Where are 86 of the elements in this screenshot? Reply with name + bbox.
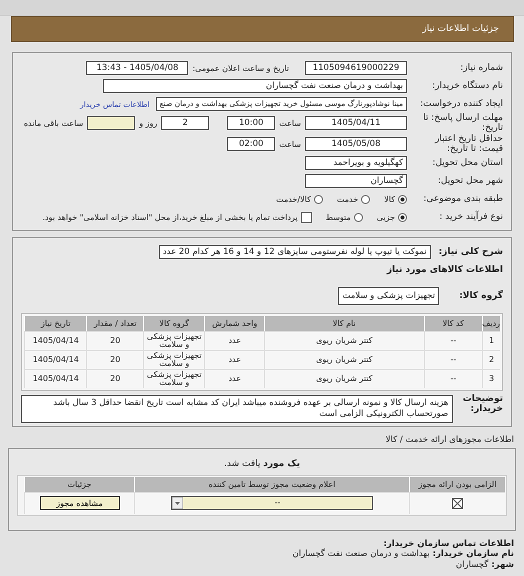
table-cell: عدد [204, 331, 264, 350]
table-cell: 1 [482, 331, 500, 350]
table-cell: تجهیزات پزشکی و سلامت [143, 369, 204, 388]
table-cell: 20 [86, 369, 143, 388]
view-license-button[interactable]: مشاهده مجوز [40, 496, 120, 510]
radio-button[interactable] [361, 194, 370, 204]
table-cell: 3 [482, 369, 500, 388]
validity-time-field: 02:00 [227, 137, 276, 152]
table-cell: عدد [204, 369, 264, 388]
option-label: متوسط [326, 212, 351, 222]
table-cell: تجهیزات پزشکی و سلامت [143, 350, 204, 370]
validity-date-field: 1405/05/08 [305, 137, 407, 152]
column-header: گروه کالا [142, 316, 204, 332]
radio-button[interactable] [354, 212, 363, 222]
field-label: ساعت [279, 118, 301, 128]
table-cell: کتتر شریان ریوی [264, 331, 424, 350]
contact-label: نام سازمان خریدار: [432, 549, 514, 560]
announce-date-field: 1405/04/08 - 13:43 [86, 61, 188, 75]
field-label: حداقل تاریخ اعتبار قیمت: تا تاریخ: [434, 134, 503, 154]
table-cell: تجهیزات پزشکی و سلامت [143, 331, 204, 350]
province-field: کهگیلویه و بویراحمد [305, 156, 407, 170]
column-header: واحد شمارش [204, 316, 264, 332]
option-label: خدمت [336, 194, 358, 204]
table-cell: -- [424, 331, 482, 350]
deadline-date-field: 1405/04/11 [305, 116, 407, 130]
field-label: شهر محل تحویل: [436, 176, 503, 186]
result-count: یک مورد یافت شد. [223, 458, 301, 469]
option-label: جزیی [376, 212, 395, 222]
field-label: شرح کلی نیاز: [438, 247, 503, 258]
radio-button[interactable] [398, 194, 407, 204]
column-header: ردیف [482, 316, 500, 332]
option-label: کالا/خدمت [276, 194, 311, 204]
deadline-time-field: 10:00 [227, 116, 276, 130]
contact-value: بهداشت و درمان صنعت نفت گچساران [292, 549, 430, 560]
status-dropdown[interactable]: -- [171, 496, 373, 510]
column-header: کد کالا [424, 316, 482, 332]
page-title: جزئیات اطلاعات نیاز [422, 24, 499, 34]
field-label: مهلت ارسال پاسخ: تا تاریخ: [422, 113, 503, 134]
notes-field: هزینه ارسال کالا و نمونه ارسالی بر عهده فروشنده میباشد ایران کد مشابه است تاریخ انقضا حداقل 3 سال باشد صورتحساب الکترونیکی الزامی است [21, 395, 454, 423]
column-header: نام کالا [264, 316, 424, 332]
table-cell: 1405/04/14 [24, 350, 86, 370]
column-header: جزئیات [24, 476, 134, 492]
buyer-field: بهداشت و درمان صنعت نفت گچساران [103, 79, 407, 93]
table-cell: 20 [86, 350, 143, 370]
option-label: پرداخت تمام یا بخشی از مبلغ خرید،از محل "اسناد خزانه اسلامی" خواهد بود. [42, 212, 298, 222]
radio-button[interactable] [314, 194, 323, 204]
table-cell: -- [424, 350, 482, 370]
field-label: تاریخ و ساعت اعلان عمومی: [192, 64, 289, 72]
checkbox[interactable] [300, 212, 312, 223]
field-label: توضیحات خریدار: [462, 395, 503, 416]
field-label: ایجاد کننده درخواست: [419, 99, 503, 109]
contact-value: گچساران [456, 560, 488, 570]
field-label: استان محل تحویل: [431, 158, 503, 168]
field-label: ساعت [279, 140, 301, 149]
summary-field: نموکت یا تیوپ یا لوله نفرستومی سایزهای 12 و 14 و 16 هر کدام 20 عدد [158, 245, 431, 260]
table-cell: 1405/04/14 [24, 331, 86, 350]
field-label: گروه کالا: [458, 291, 503, 302]
option-label: کالا [384, 194, 395, 204]
field-label: روز و [139, 118, 158, 128]
column-header: الزامی بودن ارائه مجوز [409, 476, 505, 492]
city-field: گچساران [305, 174, 407, 188]
table-cell: کتتر شریان ریوی [264, 350, 424, 370]
section-heading: اطلاعات تماس سازمان خریدار: [382, 538, 514, 550]
field-label: طبقه بندی موضوعی: [422, 194, 503, 204]
radio-button[interactable] [398, 212, 407, 222]
table-cell: کتتر شریان ریوی [264, 369, 424, 388]
field-label: نوع فرآیند خرید : [438, 212, 503, 222]
table-cell: -- [424, 369, 482, 388]
caret-icon [172, 497, 183, 510]
need-number-field: 1105094619000229 [305, 61, 407, 75]
table-cell: 20 [86, 331, 143, 350]
section-heading: اطلاعات مجوزهای ارائه خدمت / کالا [384, 434, 514, 445]
field-label: ساعت باقی مانده [24, 118, 84, 128]
days-field: 2 [161, 116, 210, 130]
table-cell: 2 [482, 350, 500, 370]
table-cell: 1405/04/14 [24, 369, 86, 388]
hours-field [87, 116, 136, 130]
column-header: اعلام وضعیت مجوز توسط تامین کننده [134, 476, 409, 492]
goods-group-field: تجهیزات پزشکی و سلامت [338, 287, 439, 306]
section-heading: اطلاعات کالاهای مورد نیاز [386, 265, 503, 276]
column-header: تاریخ نیاز [24, 316, 86, 332]
column-header: تعداد / مقدار [86, 316, 143, 332]
field-label: نام دستگاه خریدار: [431, 81, 503, 91]
contact-label: شهر: [491, 560, 514, 570]
field-label: شماره نیاز: [459, 63, 503, 73]
table-cell: عدد [204, 350, 264, 370]
